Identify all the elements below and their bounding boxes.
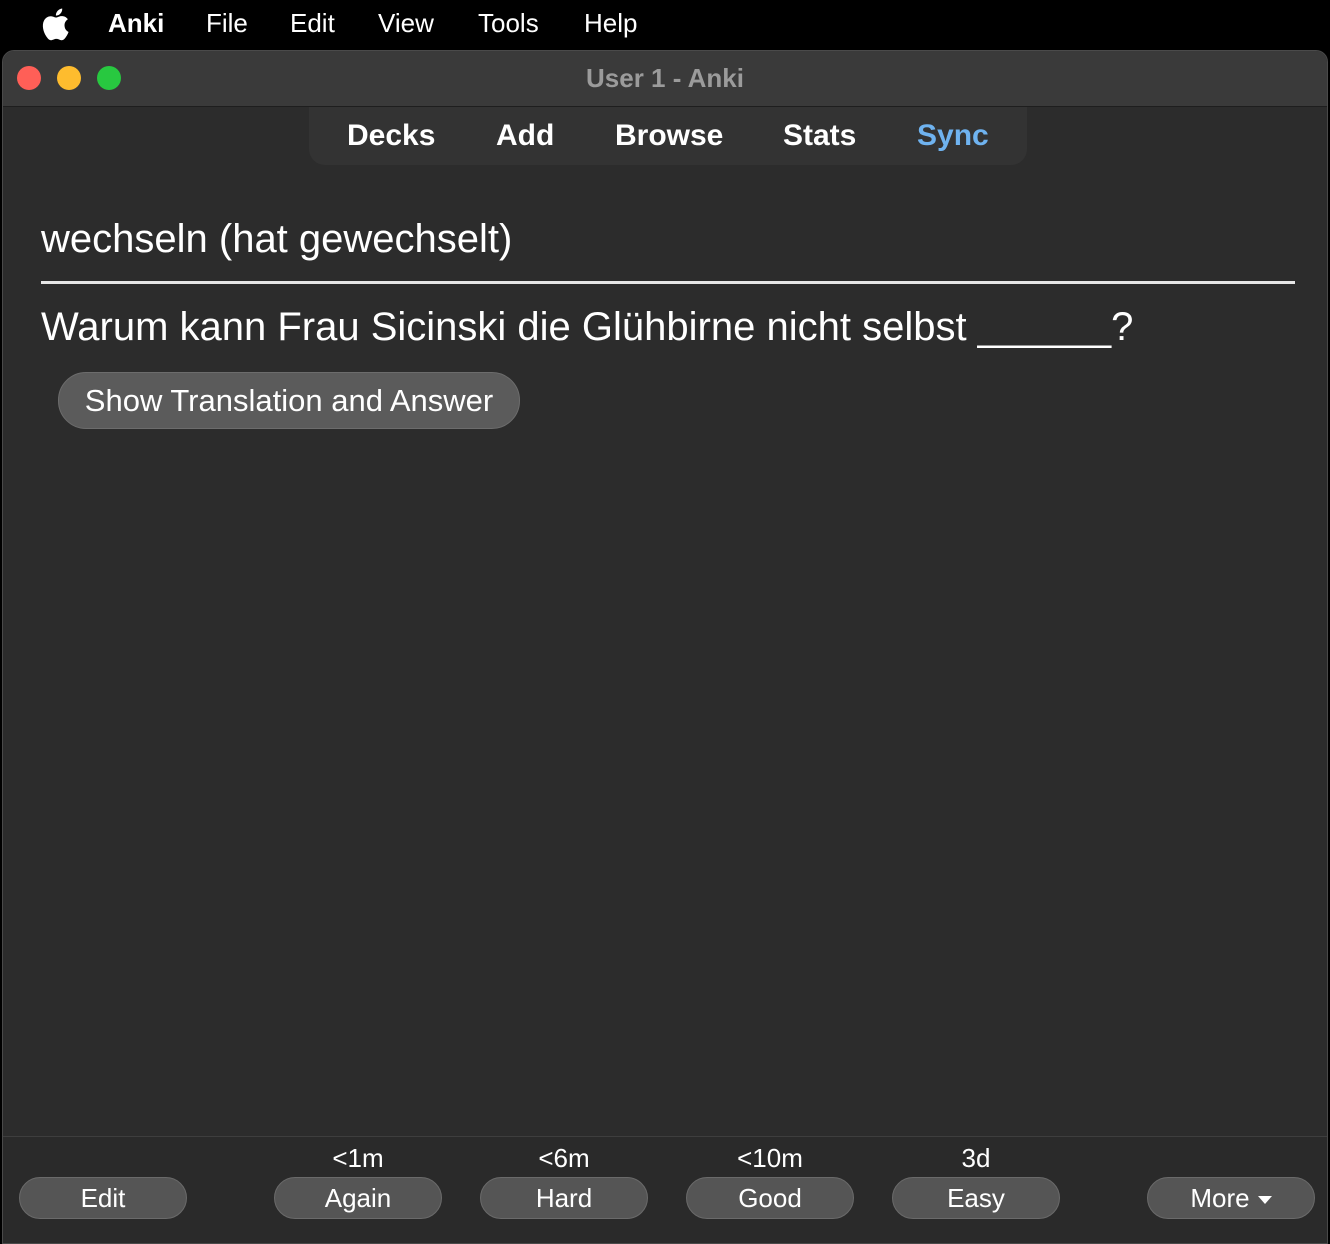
main-toolbar: Decks Add Browse Stats Sync — [309, 107, 1027, 165]
caret-down-icon — [1257, 1196, 1272, 1205]
easy-interval: 3d — [961, 1143, 991, 1173]
toolbar-browse[interactable]: Browse — [615, 118, 723, 154]
menu-edit[interactable]: Edit — [290, 8, 335, 38]
menu-view[interactable]: View — [378, 8, 434, 38]
menu-help[interactable]: Help — [584, 8, 637, 38]
title-bar[interactable]: User 1 - Anki — [3, 51, 1327, 107]
card-divider — [41, 281, 1295, 284]
again-interval: <1m — [332, 1143, 384, 1173]
more-button[interactable]: More — [1147, 1177, 1315, 1219]
anki-window: User 1 - Anki Decks Add Browse Stats Syn… — [2, 50, 1328, 1244]
again-button[interactable]: Again — [274, 1177, 442, 1219]
more-label: More — [1190, 1183, 1250, 1213]
card-question: Warum kann Frau Sicinski die Glühbirne n… — [41, 305, 1134, 349]
menu-file[interactable]: File — [206, 8, 248, 38]
apple-icon[interactable] — [40, 7, 70, 41]
toolbar-sync[interactable]: Sync — [917, 118, 989, 154]
easy-button[interactable]: Easy — [892, 1177, 1060, 1219]
review-bottom-bar: Edit <1m Again <6m Hard <10m Good 3d Eas… — [3, 1136, 1327, 1243]
good-button[interactable]: Good — [686, 1177, 854, 1219]
card-front-word: wechseln (hat gewechselt) — [41, 217, 513, 261]
show-answer-button[interactable]: Show Translation and Answer — [58, 372, 520, 429]
menu-bar: Anki File Edit View Tools Help — [0, 0, 1330, 48]
good-interval: <10m — [737, 1143, 803, 1173]
edit-button[interactable]: Edit — [19, 1177, 187, 1219]
toolbar-decks[interactable]: Decks — [347, 118, 435, 154]
menu-tools[interactable]: Tools — [478, 8, 539, 38]
window-title: User 1 - Anki — [586, 63, 744, 93]
toolbar-add[interactable]: Add — [496, 118, 554, 154]
hard-button[interactable]: Hard — [480, 1177, 648, 1219]
menu-anki[interactable]: Anki — [108, 8, 164, 38]
toolbar-stats[interactable]: Stats — [783, 118, 856, 154]
hard-interval: <6m — [538, 1143, 590, 1173]
